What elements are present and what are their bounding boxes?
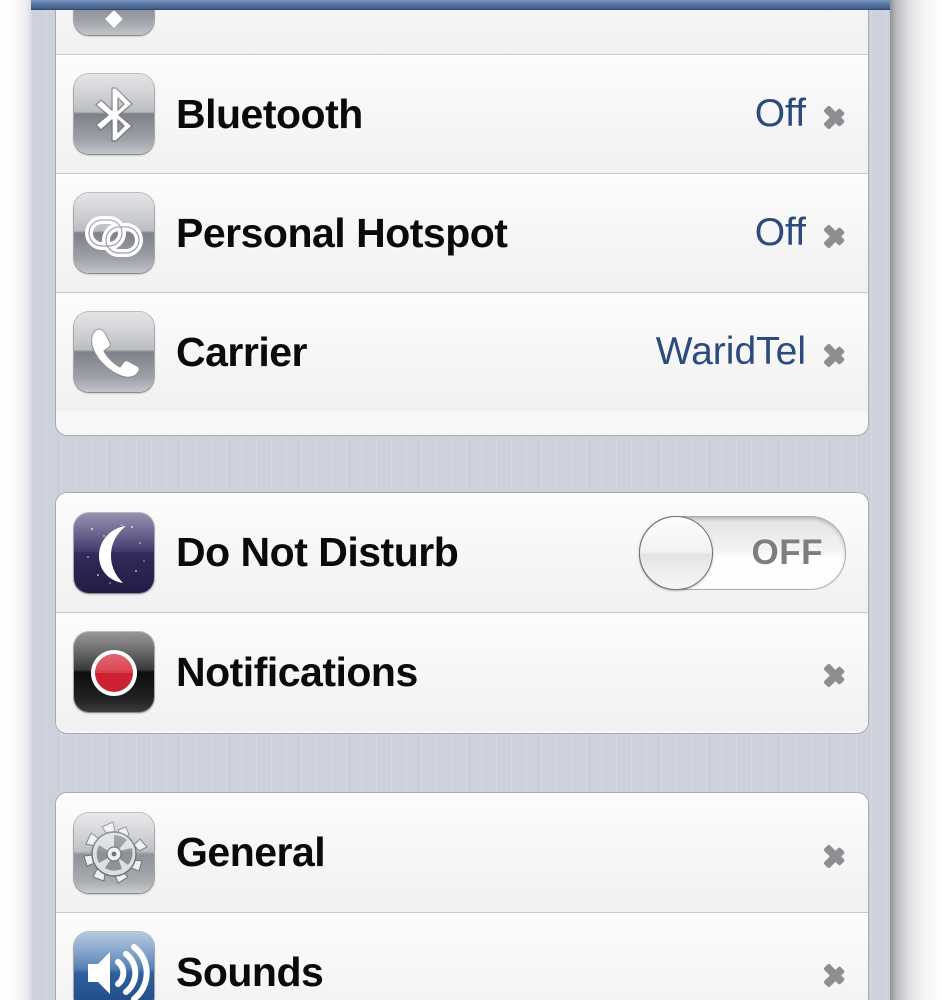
toggle-state-label: OFF <box>751 532 823 572</box>
toggle-knob[interactable] <box>639 515 713 590</box>
crescent-moon-icon <box>74 512 154 593</box>
settings-row-label: Sounds <box>176 948 324 995</box>
settings-row-sounds[interactable]: Sounds <box>56 912 868 1000</box>
navigation-bar <box>31 0 890 10</box>
settings-row-label: General <box>176 829 326 875</box>
settings-row-value: WaridTel <box>655 330 806 373</box>
settings-row-label: Do Not Disturb <box>176 529 459 575</box>
settings-row-carrier[interactable]: Carrier WaridTel <box>56 292 868 411</box>
settings-row-label: Bluetooth <box>176 90 363 137</box>
gear-icon <box>74 812 154 893</box>
settings-row-label: Notifications <box>176 648 418 695</box>
chevron-right-icon <box>824 333 846 371</box>
settings-row-personal-hotspot[interactable]: Personal Hotspot Off <box>56 173 868 292</box>
device-screen: Wi-Fi Off Bluetooth Off <box>31 0 890 1000</box>
settings-group-notifications: Do Not Disturb OFF Notifications <box>55 492 869 734</box>
chain-link-icon <box>74 193 154 273</box>
settings-row-general[interactable]: General <box>56 793 868 912</box>
screenshot-root: Wi-Fi Off Bluetooth Off <box>0 0 942 1000</box>
settings-group-connectivity: Wi-Fi Off Bluetooth Off <box>55 0 869 436</box>
do-not-disturb-toggle[interactable]: OFF <box>639 515 846 590</box>
chevron-right-icon <box>824 653 846 691</box>
settings-row-notifications[interactable]: Notifications <box>56 612 868 731</box>
settings-row-bluetooth[interactable]: Bluetooth Off <box>56 54 868 173</box>
bluetooth-icon <box>74 74 154 154</box>
settings-row-label: Personal Hotspot <box>176 209 508 256</box>
settings-row-value: Off <box>754 92 806 135</box>
settings-group-system: General Sounds <box>55 792 869 1000</box>
chevron-right-icon <box>824 214 846 252</box>
settings-row-label: Carrier <box>176 328 307 375</box>
phone-handset-icon <box>74 312 154 392</box>
right-page-shadow <box>890 0 942 1000</box>
settings-row-value: Off <box>754 211 806 254</box>
left-page-margin <box>0 0 32 1000</box>
red-circle-icon <box>74 632 154 712</box>
chevron-right-icon <box>824 834 846 872</box>
chevron-right-icon <box>824 953 846 991</box>
chevron-right-icon <box>824 95 846 133</box>
settings-row-do-not-disturb[interactable]: Do Not Disturb OFF <box>56 493 868 612</box>
speaker-icon <box>74 932 154 1000</box>
